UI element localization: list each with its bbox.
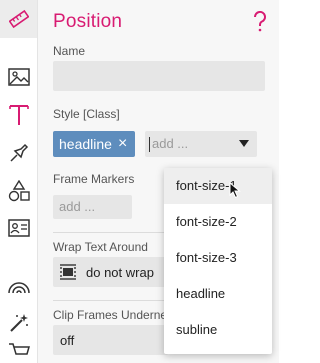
rainbow-icon (7, 282, 30, 294)
frame-markers-input[interactable]: add ... (53, 195, 132, 219)
rail-image-button[interactable] (0, 60, 37, 94)
panel-header: Position (38, 0, 279, 44)
wrap-text-value: do not wrap (86, 265, 154, 280)
style-tag-headline: headline × (53, 131, 135, 157)
rail-magic-button[interactable] (0, 306, 37, 340)
tool-rail (0, 0, 38, 363)
rail-text-button[interactable] (0, 98, 37, 132)
name-input[interactable] (53, 61, 265, 91)
text-caret (149, 137, 150, 152)
menu-item-headline[interactable]: headline (164, 276, 272, 312)
clip-frames-select[interactable]: off (53, 325, 168, 355)
rail-cart-button[interactable] (0, 340, 37, 363)
rail-pin-button[interactable] (0, 136, 37, 170)
menu-item-subline[interactable]: subline (164, 312, 272, 348)
frame-markers-placeholder: add ... (59, 199, 96, 214)
image-icon (7, 68, 30, 86)
rail-shapes-button[interactable] (0, 174, 37, 208)
page-title: Position (53, 11, 123, 32)
style-options-menu: font-size-1 font-size-2 font-size-3 head… (164, 168, 272, 354)
wrap-text-label: Wrap Text Around (53, 240, 148, 254)
rail-contact-button[interactable] (0, 211, 37, 245)
cart-icon (8, 343, 30, 355)
contact-card-icon (7, 219, 30, 237)
menu-item-font-size-1[interactable]: font-size-1 (164, 168, 272, 204)
wrap-text-icon (60, 264, 76, 280)
divider (53, 300, 168, 301)
divider (53, 232, 168, 233)
clip-frames-value: off (60, 333, 75, 348)
menu-item-font-size-3[interactable]: font-size-3 (164, 240, 272, 276)
style-tag-text: headline (59, 136, 112, 152)
mouse-pointer-icon (229, 182, 241, 199)
help-button[interactable] (251, 10, 269, 33)
style-select[interactable]: add ... (145, 131, 257, 157)
rail-rainbow-button[interactable] (0, 270, 37, 304)
pin-icon (9, 143, 28, 162)
magic-wand-icon (9, 314, 28, 332)
frame-markers-label: Frame Markers (53, 172, 135, 186)
style-label: Style [Class] (53, 107, 120, 121)
text-icon (8, 105, 29, 125)
menu-item-font-size-2[interactable]: font-size-2 (164, 204, 272, 240)
rail-ruler-button[interactable] (0, 0, 37, 38)
question-mark-icon (253, 10, 266, 32)
clip-frames-label: Clip Frames Underne (53, 308, 168, 322)
name-label: Name (53, 44, 86, 58)
shapes-icon (8, 180, 30, 202)
ruler-icon (8, 9, 29, 29)
wrap-text-select[interactable]: do not wrap (53, 257, 168, 287)
style-select-placeholder: add ... (152, 136, 189, 151)
remove-tag-icon[interactable]: × (118, 136, 129, 152)
chevron-down-icon[interactable] (239, 140, 249, 147)
